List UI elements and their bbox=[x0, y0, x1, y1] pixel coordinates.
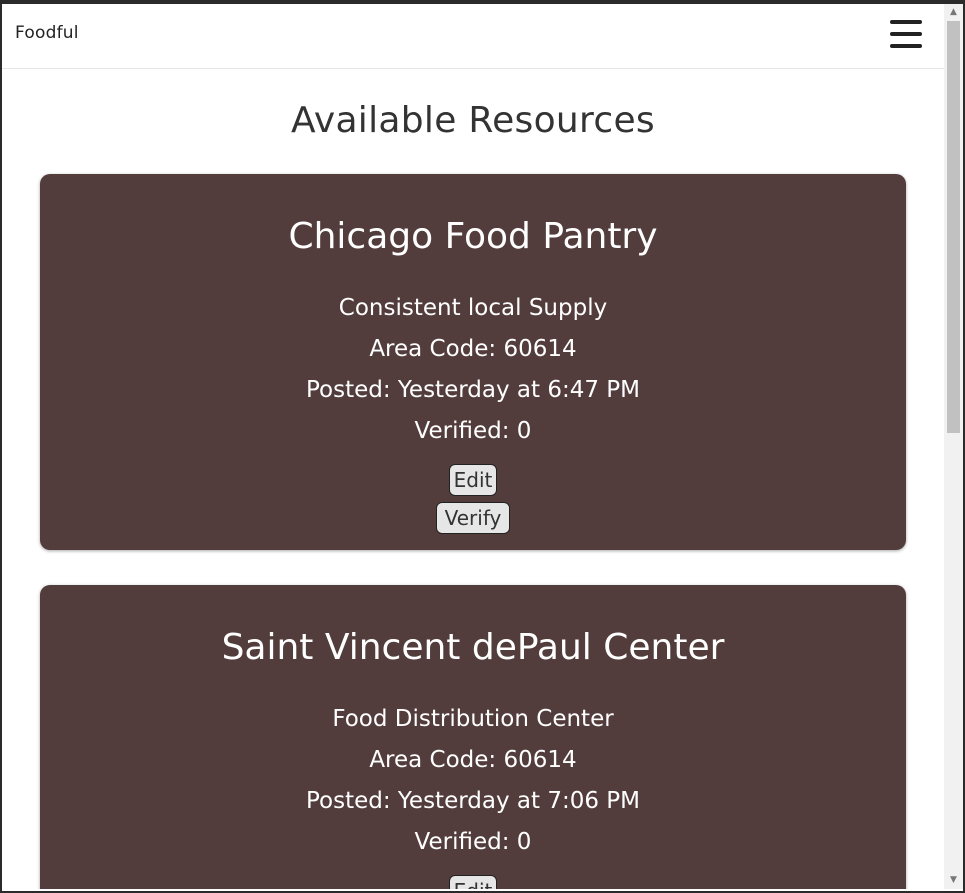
resource-area-code: Area Code: 60614 bbox=[369, 747, 577, 773]
brand-link[interactable]: Foodful bbox=[15, 23, 79, 43]
resource-description: Food Distribution Center bbox=[332, 706, 614, 732]
scrollbar-thumb[interactable] bbox=[947, 21, 960, 433]
verify-button[interactable]: Verify bbox=[436, 502, 510, 534]
resource-area-code: Area Code: 60614 bbox=[369, 336, 577, 362]
edit-button[interactable]: Edit bbox=[449, 464, 497, 496]
scroll-up-arrow-icon[interactable]: ▲ bbox=[944, 4, 963, 21]
hamburger-bar bbox=[890, 44, 922, 48]
scroll-down-arrow-icon[interactable]: ▼ bbox=[944, 872, 963, 889]
resource-verified: Verified: 0 bbox=[414, 418, 532, 444]
browser-frame: Foodful Available Resources Chicago Food… bbox=[0, 0, 965, 893]
hamburger-bar bbox=[890, 32, 922, 36]
resource-posted: Posted: Yesterday at 6:47 PM bbox=[306, 377, 640, 403]
page-title: Available Resources bbox=[291, 100, 655, 141]
resource-description: Consistent local Supply bbox=[338, 295, 608, 321]
resource-name: Chicago Food Pantry bbox=[288, 216, 658, 257]
resource-card: Saint Vincent dePaul Center Food Distrib… bbox=[40, 585, 906, 889]
vertical-scrollbar[interactable]: ▲ ▼ bbox=[944, 4, 963, 889]
hamburger-menu-icon[interactable] bbox=[890, 20, 922, 48]
page-viewport: Foodful Available Resources Chicago Food… bbox=[2, 4, 944, 889]
navbar: Foodful bbox=[2, 4, 944, 69]
resource-name: Saint Vincent dePaul Center bbox=[221, 627, 725, 668]
resource-card: Chicago Food Pantry Consistent local Sup… bbox=[40, 174, 906, 550]
edit-button[interactable]: Edit bbox=[449, 875, 497, 889]
resource-posted: Posted: Yesterday at 7:06 PM bbox=[306, 788, 640, 814]
resource-verified: Verified: 0 bbox=[414, 829, 532, 855]
hamburger-bar bbox=[890, 20, 922, 24]
